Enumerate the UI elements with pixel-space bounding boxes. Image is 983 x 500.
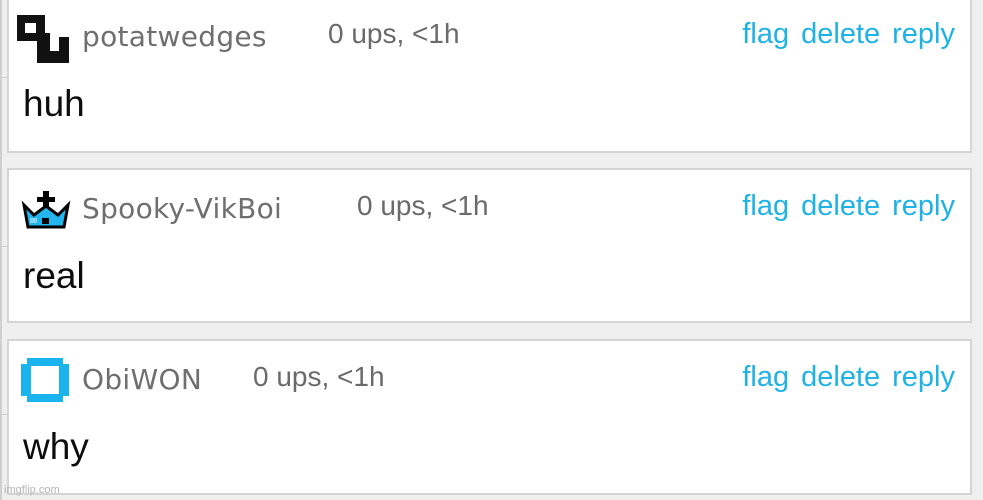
comment-author[interactable]: ObiWON (82, 363, 202, 396)
flag-link[interactable]: flag (742, 18, 789, 50)
comment-body: why (23, 426, 89, 467)
flag-link[interactable]: flag (742, 190, 789, 222)
reply-link[interactable]: reply (892, 190, 955, 222)
flag-link[interactable]: flag (742, 361, 789, 393)
comment-meta: 0 ups, <1h (253, 361, 385, 392)
comment-body: huh (23, 83, 85, 124)
delete-link[interactable]: delete (801, 190, 880, 222)
comment-actions: flag delete reply (730, 190, 955, 223)
comment-body: real (23, 255, 85, 296)
comment-author[interactable]: Spooky-VikBoi (82, 192, 282, 225)
comment-actions: flag delete reply (730, 18, 955, 51)
thread-line (0, 0, 2, 500)
reply-link[interactable]: reply (892, 361, 955, 393)
delete-link[interactable]: delete (801, 361, 880, 393)
comment-actions: flag delete reply (730, 361, 955, 394)
comment-meta: 0 ups, <1h (357, 190, 489, 221)
comment-meta: 0 ups, <1h (328, 18, 460, 49)
user-avatar-icon[interactable] (17, 15, 75, 63)
watermark: imgflip.com (4, 484, 60, 496)
comment-author[interactable]: potatwedges (82, 20, 267, 53)
square-outline-icon[interactable] (17, 356, 75, 404)
comment-card: ObiWON 0 ups, <1h flag delete reply why (7, 339, 972, 495)
crown-icon[interactable] (17, 185, 75, 233)
comment-card: potatwedges 0 ups, <1h flag delete reply h… (7, 0, 972, 153)
reply-link[interactable]: reply (892, 18, 955, 50)
delete-link[interactable]: delete (801, 18, 880, 50)
comment-card: Spooky-VikBoi 0 ups, <1h flag delete reply… (7, 168, 972, 323)
